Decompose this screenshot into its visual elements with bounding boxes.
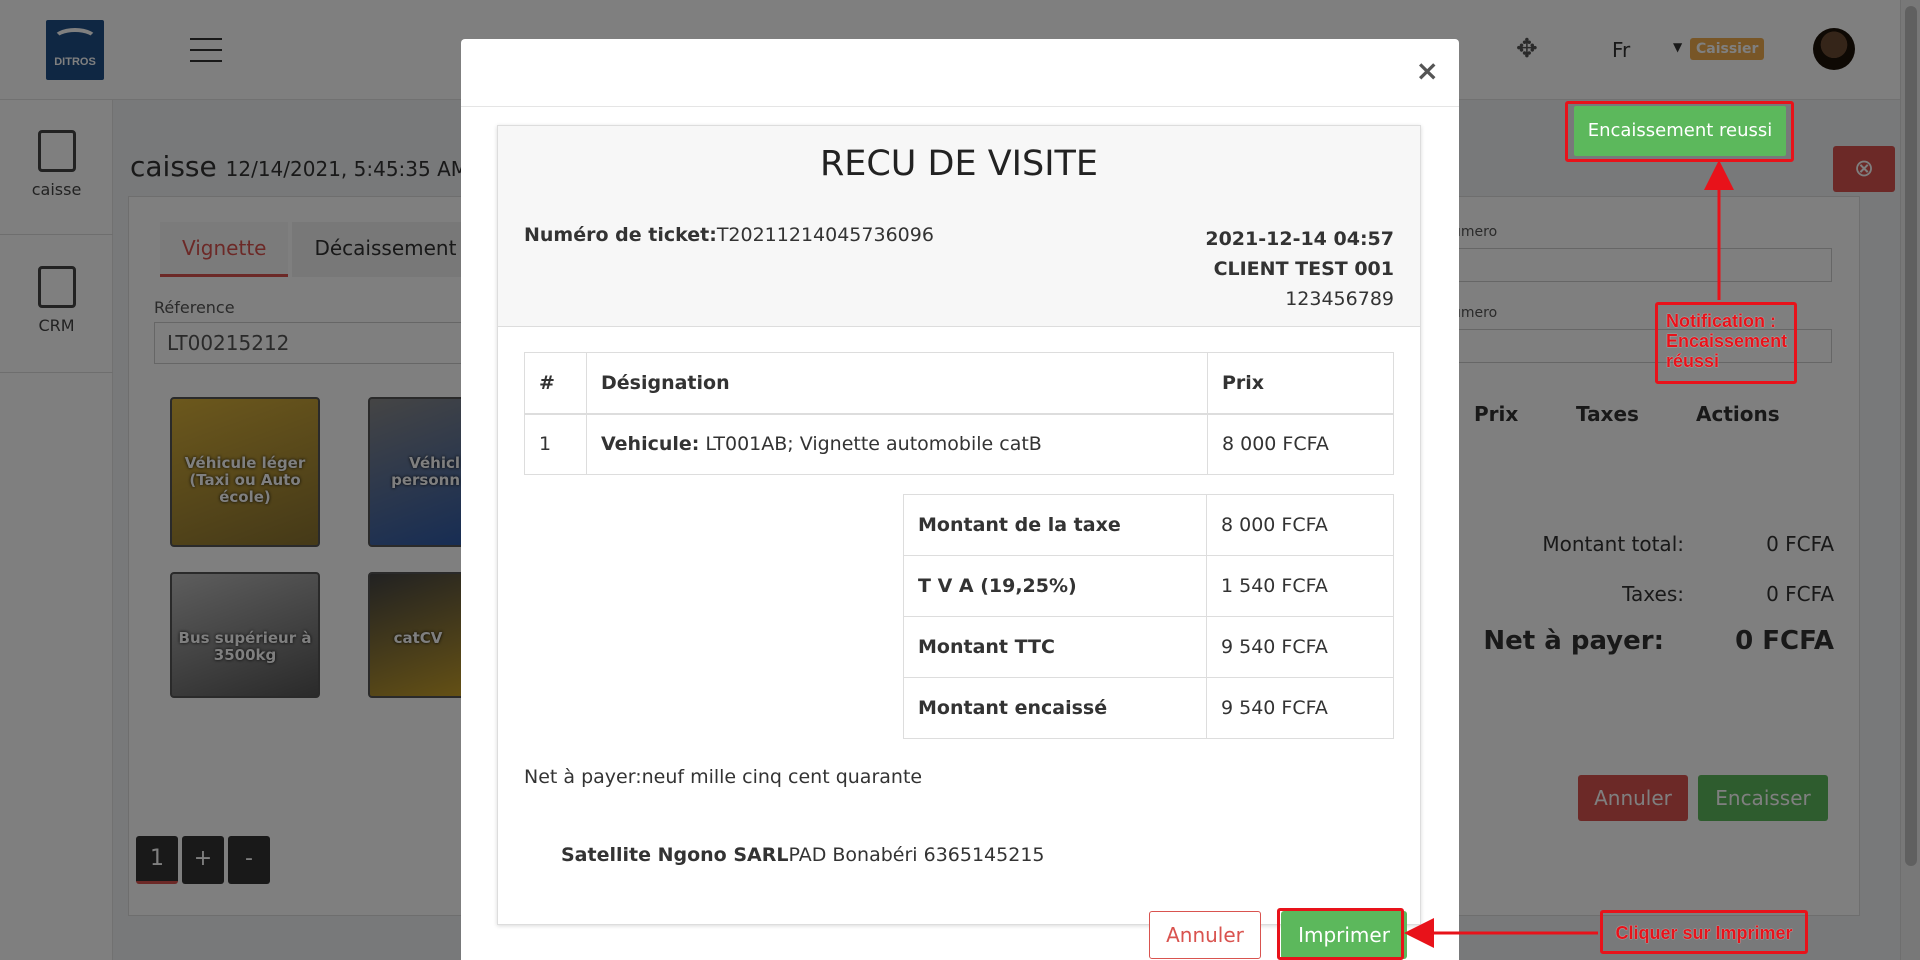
annotation-arrows [1404,160,1734,948]
